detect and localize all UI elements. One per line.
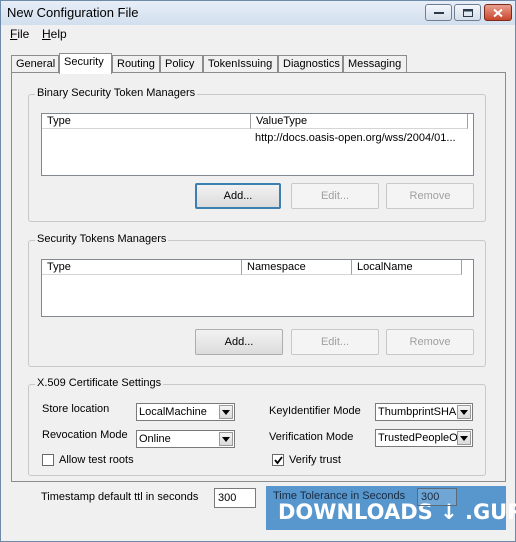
title-bar[interactable]: New Configuration File — [1, 1, 515, 25]
binary-remove-button[interactable]: Remove — [386, 183, 474, 209]
verification-mode-value: TrustedPeopleO — [378, 432, 458, 444]
chevron-down-icon — [219, 432, 233, 446]
store-location-label: Store location — [42, 403, 110, 415]
minimize-icon — [433, 11, 444, 14]
watermark-text: DOWNLOADS ↓ .GURU — [278, 500, 516, 524]
tab-general[interactable]: General — [11, 55, 59, 73]
tokens-remove-button[interactable]: Remove — [386, 329, 474, 355]
store-location-select[interactable]: LocalMachine — [136, 403, 235, 421]
tab-messaging[interactable]: Messaging — [343, 55, 407, 73]
menu-bar: File Help — [1, 25, 515, 43]
tab-tokenissuing[interactable]: TokenIssuing — [203, 55, 278, 73]
verify-trust-checkbox[interactable] — [272, 454, 284, 466]
tab-policy[interactable]: Policy — [160, 55, 203, 73]
chevron-down-icon — [219, 405, 233, 419]
verify-trust-label: Verify trust — [289, 454, 341, 466]
store-location-value: LocalMachine — [139, 406, 207, 418]
checkmark-icon — [274, 456, 283, 465]
maximize-button[interactable] — [454, 4, 481, 21]
key-identifier-value: ThumbprintSHA1 — [378, 406, 458, 418]
revocation-mode-select[interactable]: Online — [136, 430, 235, 448]
tab-security[interactable]: Security — [59, 53, 112, 74]
menu-help[interactable]: Help — [42, 27, 67, 41]
security-tokens-managers-group: Security Tokens Managers Type Namespace … — [28, 233, 486, 367]
time-tolerance-label: Time Tolerance in Seconds — [273, 490, 406, 502]
revocation-mode-label: Revocation Mode — [42, 429, 128, 441]
chevron-down-icon — [457, 431, 471, 445]
time-tolerance-value: 300 — [421, 491, 440, 503]
menu-help-mnemonic: H — [42, 27, 51, 41]
maximize-icon — [462, 8, 473, 17]
menu-file[interactable]: File — [10, 27, 29, 41]
column-header-localname[interactable]: LocalName — [352, 260, 462, 275]
close-icon — [493, 8, 503, 17]
time-tolerance-input[interactable]: 300 — [417, 488, 457, 506]
row-valuetype-cell[interactable]: http://docs.oasis-open.org/wss/2004/01..… — [255, 132, 456, 144]
verification-mode-select[interactable]: TrustedPeopleO — [375, 429, 473, 447]
x509-settings-group: X.509 Certificate Settings Store locatio… — [28, 377, 486, 476]
tab-routing[interactable]: Routing — [112, 55, 160, 73]
key-identifier-label: KeyIdentifier Mode — [269, 405, 361, 417]
window-title: New Configuration File — [7, 5, 139, 20]
timestamp-ttl-input[interactable]: 300 — [214, 488, 256, 508]
chevron-down-icon — [457, 405, 471, 419]
binary-add-button[interactable]: Add... — [195, 183, 281, 209]
column-header-namespace[interactable]: Namespace — [242, 260, 352, 275]
security-tokens-list[interactable]: Type Namespace LocalName — [41, 259, 474, 317]
x509-group-label: X.509 Certificate Settings — [35, 377, 164, 389]
tab-diagnostics[interactable]: Diagnostics — [278, 55, 343, 73]
binary-group-label: Binary Security Token Managers — [35, 87, 198, 99]
timestamp-ttl-label: Timestamp default ttl in seconds — [41, 491, 199, 503]
key-identifier-select[interactable]: ThumbprintSHA1 — [375, 403, 473, 421]
timestamp-ttl-value: 300 — [218, 492, 237, 504]
minimize-button[interactable] — [425, 4, 452, 21]
tokens-edit-button[interactable]: Edit... — [291, 329, 379, 355]
column-header-valuetype[interactable]: ValueType — [251, 114, 468, 129]
binary-token-managers-group: Binary Security Token Managers Type Valu… — [28, 87, 486, 222]
verification-mode-label: Verification Mode — [269, 431, 354, 443]
close-button[interactable] — [484, 4, 512, 21]
tokens-group-label: Security Tokens Managers — [35, 233, 169, 245]
binary-token-list[interactable]: Type ValueType http://docs.oasis-open.or… — [41, 113, 474, 176]
column-header-type[interactable]: Type — [42, 260, 242, 275]
allow-test-roots-label: Allow test roots — [59, 454, 134, 466]
column-header-type[interactable]: Type — [42, 114, 251, 129]
allow-test-roots-checkbox[interactable] — [42, 454, 54, 466]
menu-file-label: ile — [17, 27, 30, 41]
menu-help-label: elp — [50, 27, 67, 41]
configuration-window: New Configuration File File Help General… — [0, 0, 516, 542]
binary-edit-button[interactable]: Edit... — [291, 183, 379, 209]
tokens-add-button[interactable]: Add... — [195, 329, 283, 355]
revocation-mode-value: Online — [139, 433, 171, 445]
